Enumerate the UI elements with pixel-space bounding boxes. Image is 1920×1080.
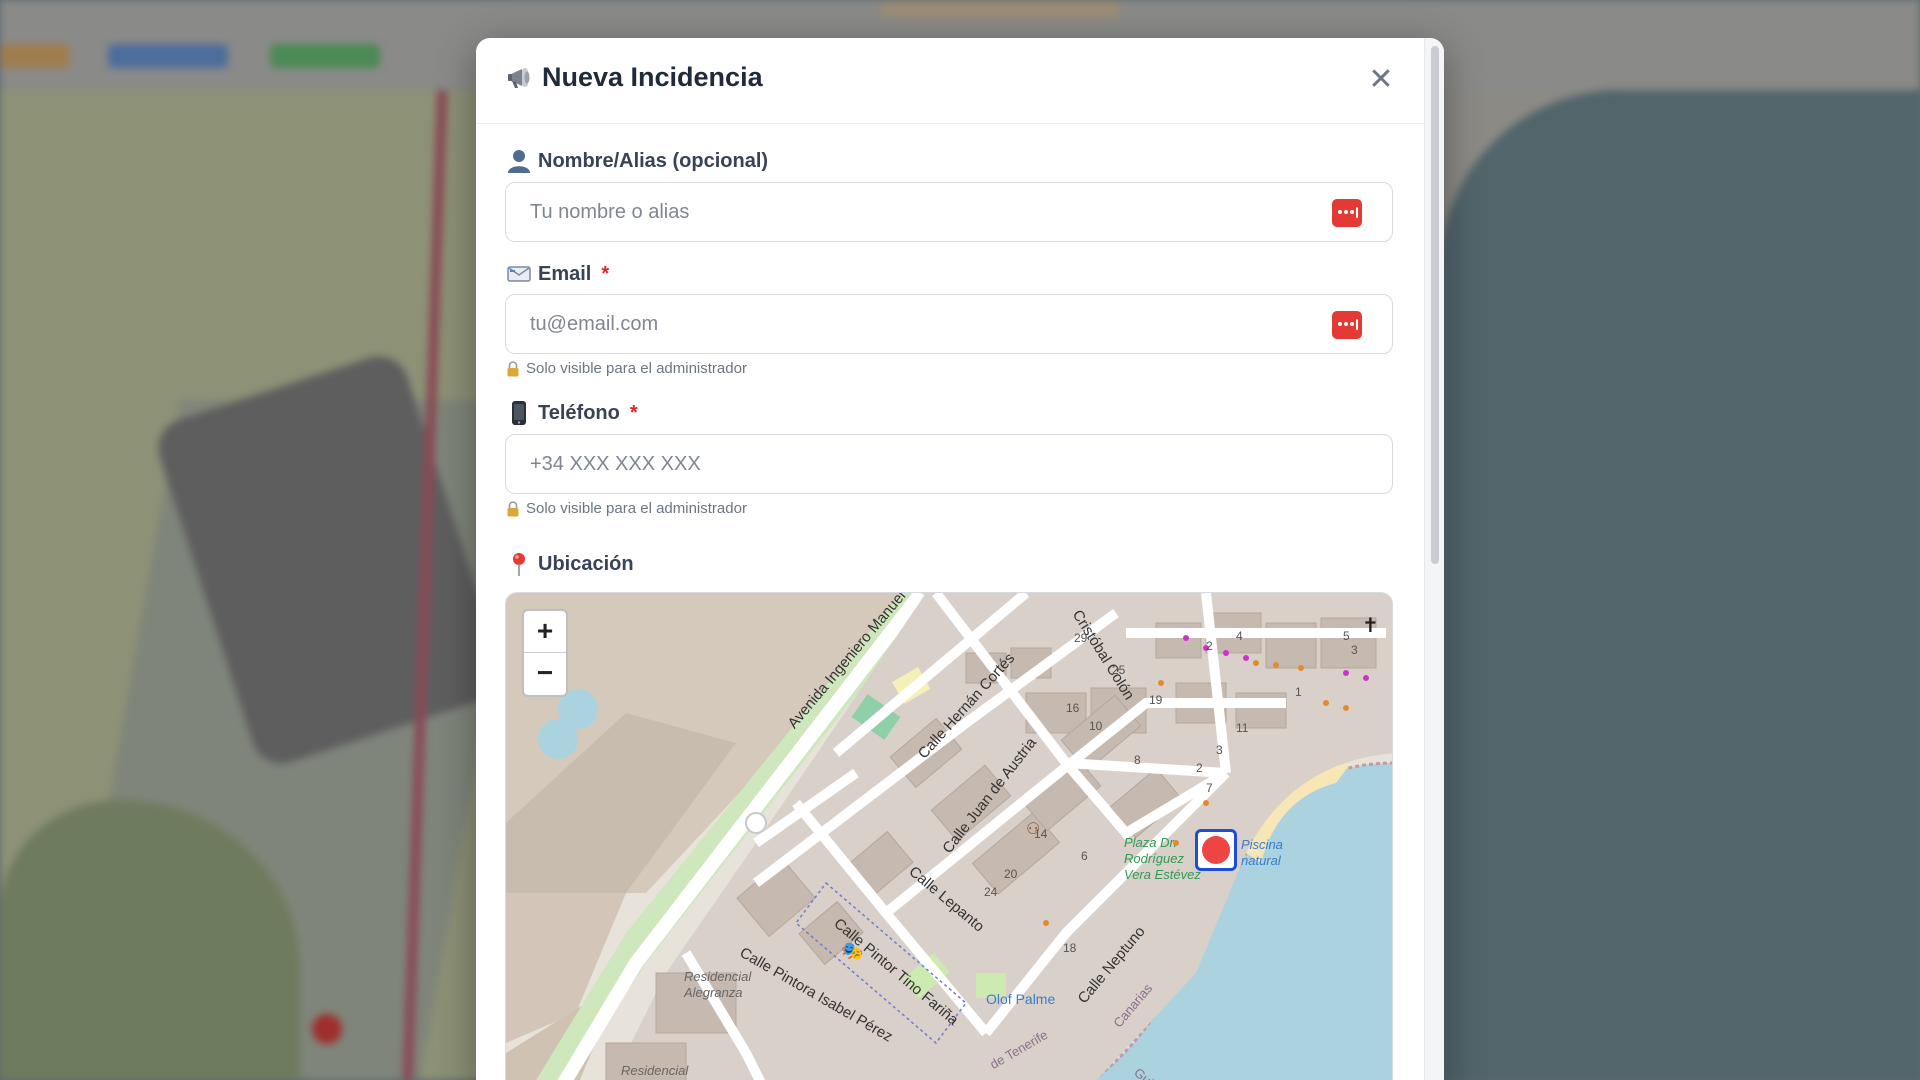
house-number: 25 (1112, 663, 1126, 677)
house-number: 1 (1295, 685, 1302, 699)
map-pin-icon (513, 553, 525, 576)
house-number: 3 (1351, 643, 1358, 657)
house-number: 6 (1081, 849, 1088, 863)
background-chip (880, 2, 1120, 18)
house-number: 2 (1206, 639, 1213, 653)
map-zoom-control: + − (522, 609, 568, 697)
house-number: 18 (1063, 941, 1077, 955)
close-icon[interactable]: ✕ (1368, 65, 1394, 95)
house-number: 2 (1196, 761, 1203, 775)
modal-header: Nueva Incidencia ✕ (476, 38, 1424, 124)
name-input[interactable] (506, 183, 1392, 241)
zoom-out-button[interactable]: − (524, 653, 566, 695)
house-number: 7 (1206, 781, 1213, 795)
location-label-text: Ubicación (538, 552, 634, 575)
house-number: 10 (1089, 719, 1103, 733)
email-label-text: Email (538, 262, 592, 285)
phone-label: Teléfono * (506, 400, 638, 426)
place-label: Residencial (621, 1063, 689, 1078)
background-marker (312, 1014, 342, 1044)
location-label: Ubicación (506, 551, 634, 577)
place-label: Piscina natural (1241, 837, 1283, 868)
location-marker[interactable] (1195, 829, 1237, 871)
required-mark: * (601, 262, 610, 285)
new-incident-modal: Nueva Incidencia ✕ Nombre/Alias (opciona… (476, 38, 1444, 1080)
background-chip (270, 44, 380, 68)
phone-hint: Solo visible para el administrador (506, 500, 747, 517)
user-icon (508, 150, 530, 173)
marker-dot (1202, 836, 1230, 864)
house-number: 16 (1066, 701, 1080, 715)
modal-title: Nueva Incidencia (542, 62, 763, 92)
house-number: 19 (1149, 693, 1163, 707)
background-chip (0, 44, 70, 68)
envelope-icon (507, 266, 531, 282)
zoom-in-button[interactable]: + (524, 611, 566, 653)
scroll-thumb[interactable] (1431, 46, 1439, 564)
email-field[interactable] (505, 294, 1393, 354)
phone-field[interactable] (505, 434, 1393, 494)
email-hint-text: Solo visible para el administrador (526, 360, 747, 377)
megaphone-icon (508, 68, 530, 88)
background-sea (1440, 90, 1920, 1080)
people-icon: ⚇ (1026, 821, 1041, 838)
password-manager-icon[interactable] (1332, 199, 1362, 227)
location-map[interactable]: Avenida Ingeniero Manuel González Cristó… (505, 592, 1393, 1080)
house-number: 20 (1004, 867, 1018, 881)
place-label: Residencial Alegranza (684, 969, 752, 1000)
place-label: Olof Palme (986, 991, 1056, 1007)
house-number: 24 (984, 885, 998, 899)
email-label: Email * (506, 261, 609, 287)
house-number: 11 (1236, 721, 1249, 735)
phone-input[interactable] (506, 435, 1392, 493)
lock-icon (507, 360, 519, 376)
email-input[interactable] (506, 295, 1392, 353)
house-number: 3 (1216, 743, 1223, 757)
house-number: 4 (1236, 629, 1243, 643)
house-number: 5 (1343, 629, 1350, 643)
password-manager-icon[interactable] (1332, 311, 1362, 339)
phone-hint-text: Solo visible para el administrador (526, 500, 747, 517)
house-number: 29 (1074, 631, 1088, 645)
theatre-icon: 🎭 (841, 941, 864, 961)
house-number: 8 (1134, 753, 1141, 767)
name-label-text: Nombre/Alias (opcional) (538, 149, 769, 172)
name-field[interactable] (505, 182, 1393, 242)
modal-scrollbar[interactable] (1424, 38, 1444, 1080)
email-hint: Solo visible para el administrador (506, 360, 747, 377)
lock-icon (507, 500, 519, 516)
place-label: Plaza Dr. Rodríguez Vera Estévez (1124, 835, 1201, 882)
background-chip (108, 44, 228, 68)
mobile-phone-icon (512, 401, 526, 425)
church-icon: ✝ (1362, 615, 1379, 637)
required-mark: * (629, 401, 638, 424)
name-label: Nombre/Alias (opcional) (506, 148, 768, 174)
phone-label-text: Teléfono (538, 401, 620, 424)
